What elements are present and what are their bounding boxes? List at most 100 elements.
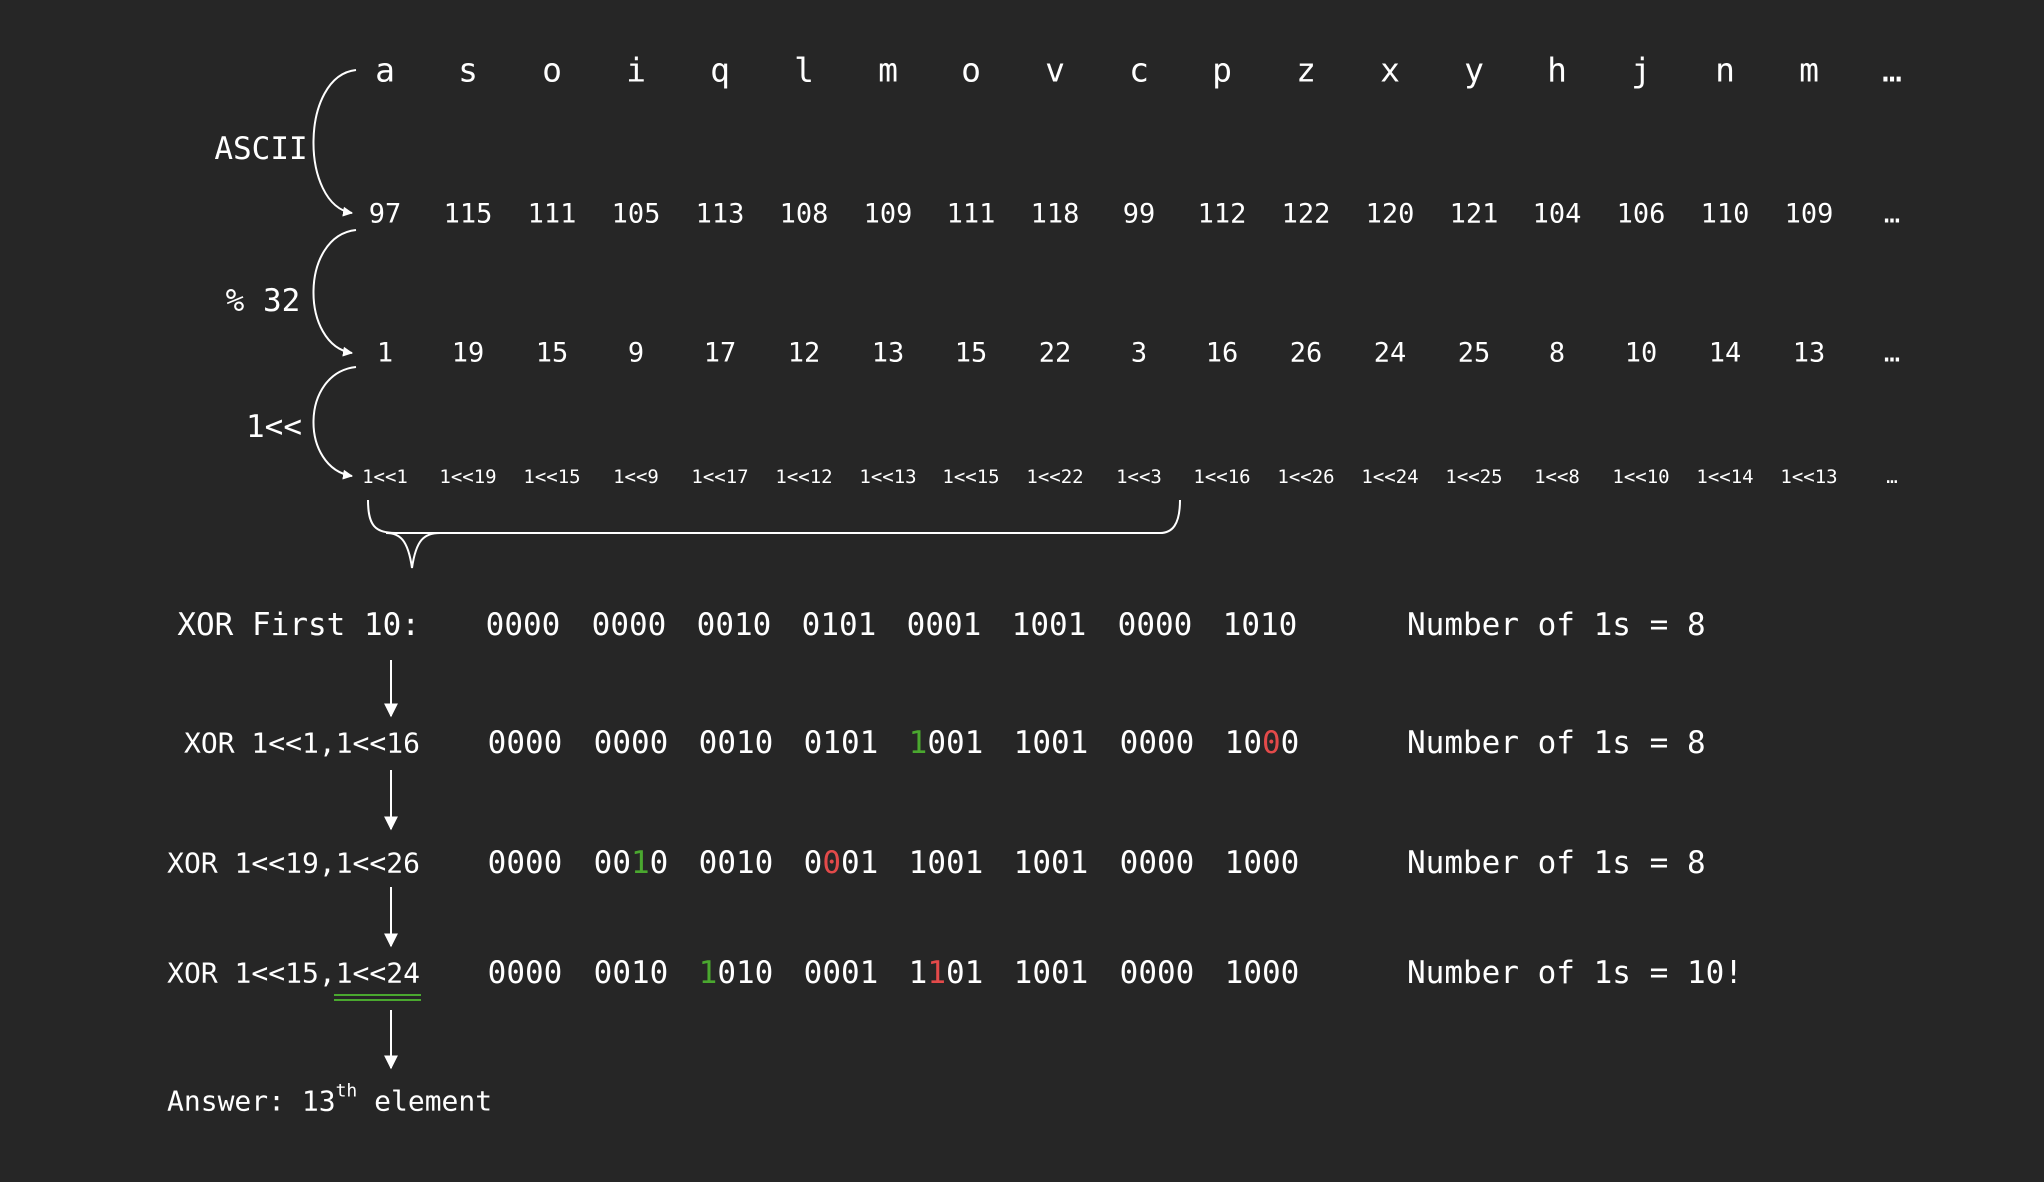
mod32-cell: 9	[627, 337, 645, 369]
ascii-cell: 121	[1449, 198, 1499, 230]
bit-text: 00	[593, 845, 631, 881]
ascii-cell: 120	[1365, 198, 1415, 230]
letter-cell: v	[1045, 50, 1065, 90]
bit-group: 0000	[1120, 955, 1195, 991]
shift-cell: 1<<15	[942, 466, 1000, 488]
bit-group: 0001	[804, 845, 879, 881]
letter-cell: m	[1799, 50, 1819, 90]
letter-cell: a	[375, 50, 395, 90]
letter-cell: c	[1129, 50, 1149, 90]
bit-text: 0000	[1119, 725, 1195, 761]
bit-text: 1001	[1013, 845, 1089, 881]
bit-group: 1101	[909, 955, 984, 991]
mod32-cell: 10	[1624, 337, 1658, 369]
changed-bit-clear: 0	[1261, 725, 1281, 761]
bit-group: 0010	[697, 607, 772, 643]
shift-cell: 1<<26	[1277, 466, 1335, 488]
bit-text: 0000	[487, 845, 563, 881]
bit-text: 0001	[803, 955, 879, 991]
mod32-cell: 12	[787, 337, 821, 369]
bit-text: 1001	[1011, 607, 1087, 643]
letter-cell: x	[1380, 50, 1400, 90]
bit-group: 0001	[907, 607, 982, 643]
bit-group: 0000	[1120, 725, 1195, 761]
ascii-cell: 113	[695, 198, 745, 230]
ascii-cell: 110	[1700, 198, 1750, 230]
changed-bit-set: 1	[908, 725, 928, 761]
bit-text: 0010	[698, 845, 774, 881]
mod-step-label: % 32	[225, 283, 301, 319]
bit-group: 0000	[488, 725, 563, 761]
xor-step-label: XOR First 10:	[177, 607, 420, 643]
bit-group: 1001	[1014, 725, 1089, 761]
letter-cell: o	[542, 50, 562, 90]
ascii-curve-arrow	[312, 69, 357, 217]
shift-cell: 1<<17	[691, 466, 749, 488]
shift-cell: 1<<12	[775, 466, 833, 488]
bit-text: 1010	[1222, 607, 1298, 643]
bit-text: 0010	[593, 955, 669, 991]
ascii-cell: 111	[527, 198, 577, 230]
changed-bit-clear: 1	[927, 955, 947, 991]
bit-group: 1001	[1012, 607, 1087, 643]
changed-bit-set: 1	[698, 955, 718, 991]
ascii-cell: 99	[1122, 198, 1156, 230]
bit-group: 0010	[699, 725, 774, 761]
letter-cell: y	[1464, 50, 1484, 90]
bit-group: 0000	[1120, 845, 1195, 881]
shift-cell: 1<<22	[1026, 466, 1084, 488]
shift-cell: 1<<15	[523, 466, 581, 488]
xor-step-label: XOR 1<<19,1<<26	[167, 846, 420, 880]
mod32-cell: 13	[871, 337, 905, 369]
ascii-cell: 115	[443, 198, 493, 230]
mod32-cell: 17	[703, 337, 737, 369]
bit-text: 01	[946, 955, 984, 991]
letter-cell: h	[1547, 50, 1567, 90]
bit-group: 1001	[909, 845, 984, 881]
ascii-cell: 109	[863, 198, 913, 230]
bit-group: 1010	[1223, 607, 1298, 643]
bit-text: 1	[908, 955, 928, 991]
bit-group: 1001	[909, 725, 984, 761]
bit-group: 0010	[594, 955, 669, 991]
ascii-cell: 106	[1616, 198, 1666, 230]
bit-group: 1001	[1014, 845, 1089, 881]
mod32-cell: 19	[451, 337, 485, 369]
ascii-step-label: ASCII	[214, 131, 308, 167]
bit-text: 0001	[906, 607, 982, 643]
ascii-cell: 111	[946, 198, 996, 230]
mod32-cell: …	[1883, 337, 1901, 369]
letter-cell: p	[1212, 50, 1232, 90]
bit-text: 1000	[1224, 845, 1300, 881]
letter-cell: o	[961, 50, 981, 90]
mod32-cell: 15	[535, 337, 569, 369]
letter-cell: l	[794, 50, 814, 90]
bit-text: 1001	[1013, 955, 1089, 991]
bit-text: 0101	[803, 725, 879, 761]
changed-bit-set: 1	[630, 845, 650, 881]
mod32-cell: 24	[1373, 337, 1407, 369]
bit-text: 0101	[801, 607, 877, 643]
bit-text: 1001	[908, 845, 984, 881]
answer-prefix: Answer: 13	[167, 1084, 336, 1118]
shift-cell: 1<<13	[859, 466, 917, 488]
bit-text: 0000	[593, 725, 669, 761]
shift-cell: 1<<19	[439, 466, 497, 488]
bit-text: 0010	[696, 607, 772, 643]
bit-group: 0000	[594, 725, 669, 761]
letter-cell: z	[1296, 50, 1316, 90]
bit-text: 1001	[1013, 725, 1089, 761]
bit-group: 0000	[592, 607, 667, 643]
bit-group: 0101	[804, 725, 879, 761]
bit-group: 1000	[1225, 725, 1300, 761]
letter-cell: q	[710, 50, 730, 90]
bit-text: 0000	[485, 607, 561, 643]
shift-cell: …	[1886, 466, 1898, 488]
bit-text: 0	[803, 845, 823, 881]
bit-text: 10	[1224, 725, 1262, 761]
ascii-cell: 104	[1532, 198, 1582, 230]
bit-group: 1000	[1225, 845, 1300, 881]
mod32-cell: 13	[1792, 337, 1826, 369]
shift-cell: 1<<3	[1116, 466, 1162, 488]
mod32-cell: 1	[376, 337, 394, 369]
